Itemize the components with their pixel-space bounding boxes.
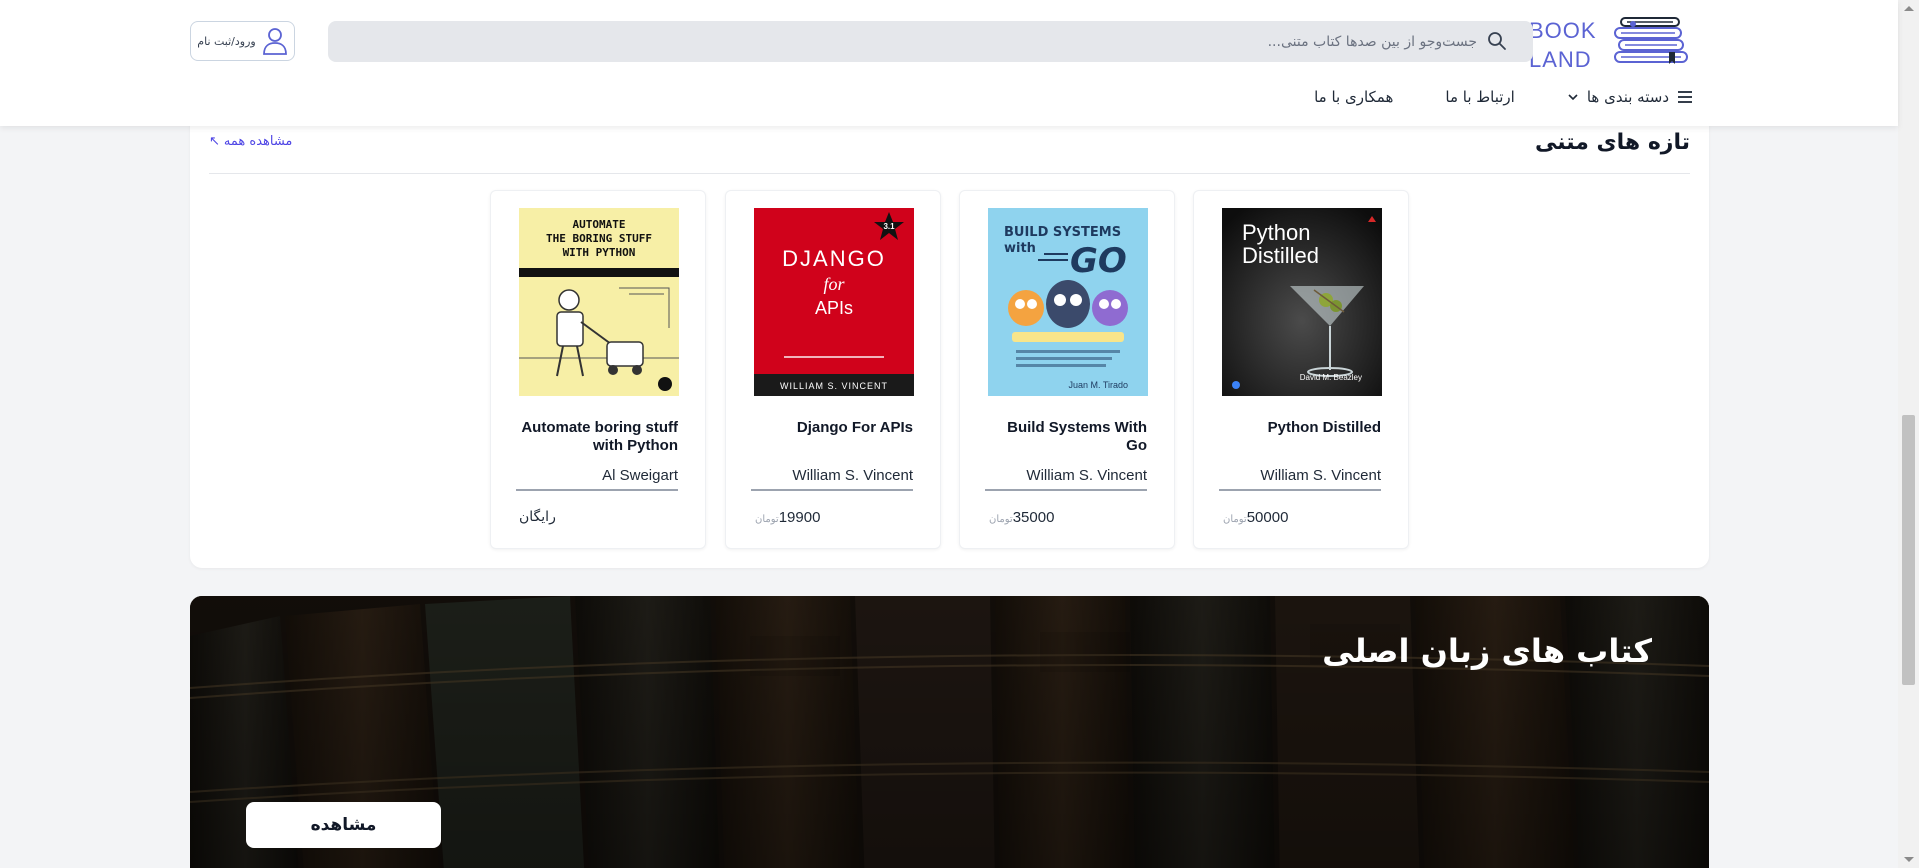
price-value: 19900 — [778, 509, 821, 526]
scrollbar-thumb[interactable] — [1902, 415, 1915, 685]
cover-title-2: THE BORING STUFF — [546, 232, 652, 245]
login-button[interactable]: ورود/ثبت نام — [190, 21, 295, 61]
cover-title-3: GO — [1070, 241, 1127, 281]
logo-text: BOOK LAND — [1529, 16, 1597, 74]
nav-contact[interactable]: ارتباط با ما — [1445, 88, 1514, 106]
logo-line-2: LAND — [1529, 47, 1592, 72]
scroll-up-arrow-icon[interactable] — [1904, 6, 1914, 11]
logo-line-1: BOOK — [1529, 18, 1597, 43]
books-stack-icon — [1614, 17, 1688, 64]
view-all-link[interactable]: مشاهده همه ↖ — [209, 134, 292, 149]
section-title: تازه های متنی — [1534, 130, 1690, 155]
nav-cooperation[interactable]: همکاری با ما — [1314, 88, 1393, 106]
new-text-books-section: تازه های متنی مشاهده همه ↖ Python Distil… — [190, 110, 1709, 568]
view-all-label: مشاهده همه — [223, 134, 293, 149]
book-title[interactable]: Django For APIs — [751, 419, 913, 437]
cover-author: WILLIAM S. VINCENT — [780, 381, 888, 391]
site-header: BOOK LAND ورود/ثبت نام — [0, 0, 1898, 126]
arrow-up-left-icon: ↖ — [209, 134, 220, 149]
price-unit: تومان — [755, 514, 779, 525]
chevron-down-icon — [1568, 94, 1578, 101]
book-author: William S. Vincent — [751, 467, 913, 491]
price-unit: تومان — [989, 514, 1013, 525]
nav-cooperation-label: همکاری با ما — [1314, 88, 1394, 106]
cover-title-3: APIs — [815, 298, 853, 318]
nav-categories-label: دسته بندی ها — [1586, 88, 1669, 106]
book-card[interactable]: Python Distilled David M. Beazley Python… — [1193, 190, 1409, 549]
book-card[interactable]: 3.1 DJANGO for APIs WILLIAM S. VINCENT D… — [725, 190, 941, 549]
cover-title-3: WITH PYTHON — [563, 246, 636, 259]
book-title[interactable]: Python Distilled — [1219, 419, 1381, 437]
book-author: William S. Vincent — [1219, 467, 1381, 491]
cover-title-1: BUILD SYSTEMS — [1004, 225, 1121, 240]
book-price: تومان 35000 — [988, 509, 1054, 526]
price-unit: تومان — [1223, 514, 1247, 525]
book-cover[interactable]: BUILD SYSTEMS with GO Juan M. Tirado — [988, 208, 1148, 396]
book-price: رایگان — [519, 509, 556, 525]
book-cover[interactable]: Python Distilled David M. Beazley — [1222, 208, 1382, 396]
price-free-label: رایگان — [519, 509, 556, 525]
search-icon[interactable] — [1487, 31, 1507, 51]
login-label: ورود/ثبت نام — [197, 34, 256, 48]
nav-contact-label: ارتباط با ما — [1445, 88, 1515, 106]
book-cover[interactable]: AUTOMATE THE BORING STUFF WITH PYTHON — [519, 208, 679, 396]
view-original-books-button[interactable]: مشاهده — [246, 802, 441, 848]
book-cover[interactable]: 3.1 DJANGO for APIs WILLIAM S. VINCENT — [754, 208, 914, 396]
cover-author: Juan M. Tirado — [1068, 380, 1128, 390]
price-value: 35000 — [1012, 509, 1055, 526]
user-icon — [262, 28, 287, 55]
cover-badge: 3.1 — [883, 222, 895, 231]
book-price: تومان 50000 — [1222, 509, 1288, 526]
page-scrollbar[interactable] — [1898, 0, 1919, 868]
cover-author: David M. Beazley — [1300, 373, 1362, 382]
book-author: Al Sweigart — [516, 467, 678, 491]
book-title[interactable]: Build Systems With Go — [985, 419, 1147, 455]
cover-title-2: for — [823, 274, 845, 294]
book-card[interactable]: AUTOMATE THE BORING STUFF WITH PYTHON Au… — [490, 190, 706, 549]
cover-title-1: AUTOMATE — [573, 218, 626, 231]
original-language-books-banner: کتاب های زبان اصلی مشاهده — [190, 596, 1709, 868]
cover-title-1: Python — [1242, 220, 1311, 245]
book-price: تومان 19900 — [754, 509, 820, 526]
cover-title-2: Distilled — [1242, 243, 1319, 268]
price-value: 50000 — [1246, 509, 1289, 526]
banner-title: کتاب های زبان اصلی — [1322, 632, 1652, 670]
cover-title-1: DJANGO — [782, 246, 886, 271]
book-title[interactable]: Automate boring stuff with Python — [516, 419, 678, 455]
menu-icon — [1678, 91, 1692, 103]
scroll-down-arrow-icon[interactable] — [1904, 857, 1914, 862]
cover-title-2: with — [1004, 241, 1036, 256]
nav-categories[interactable]: دسته بندی ها — [1567, 88, 1693, 106]
search-bar — [328, 21, 1533, 62]
book-card[interactable]: BUILD SYSTEMS with GO Juan M. Tirado Bui… — [959, 190, 1175, 549]
section-divider — [209, 173, 1690, 174]
book-author: William S. Vincent — [985, 467, 1147, 491]
main-nav: دسته بندی ها ارتباط با ما همکاری با ما — [1314, 88, 1693, 106]
search-input[interactable] — [377, 21, 1477, 62]
site-logo[interactable]: BOOK LAND — [1529, 14, 1689, 72]
